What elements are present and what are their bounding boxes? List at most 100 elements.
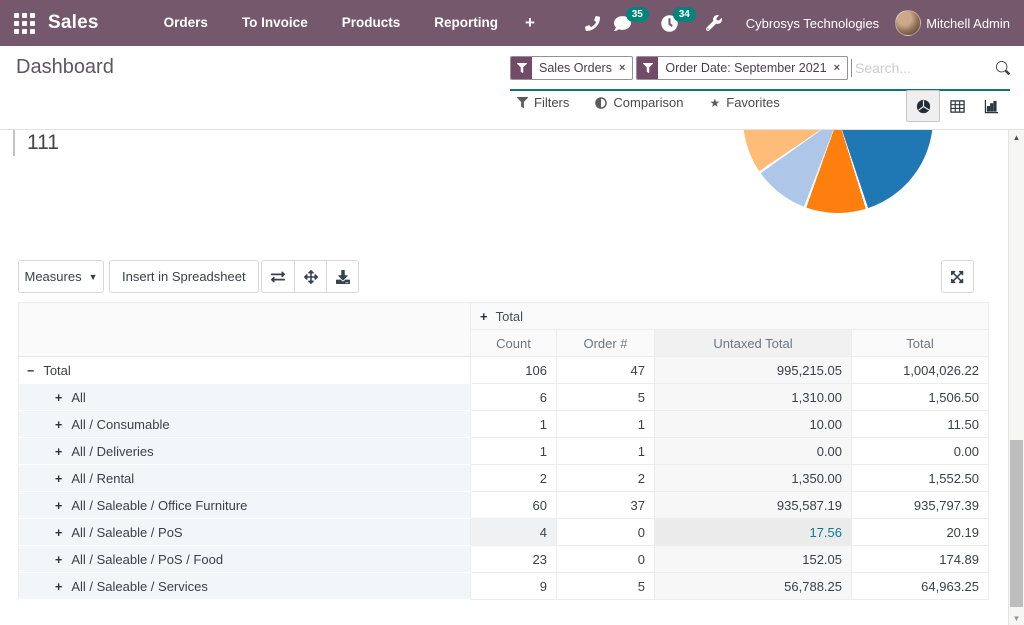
menu-orders[interactable]: Orders <box>147 0 225 46</box>
measures-button[interactable]: Measures ▼ <box>18 260 104 293</box>
cell-col-total: 11.50 <box>852 411 989 438</box>
row-label: All / Saleable / Office Furniture <box>71 498 247 513</box>
kpi-value: 111 <box>27 131 59 155</box>
cell-col-order: 47 <box>557 357 655 384</box>
pivot-toolbar: Measures ▼ Insert in Spreadsheet <box>18 260 990 293</box>
search-facet-0[interactable]: Sales Orders× <box>510 56 633 80</box>
facet-label: Sales Orders <box>532 57 619 79</box>
tools-icon[interactable] <box>706 15 722 31</box>
apps-menu-icon[interactable] <box>14 13 35 34</box>
cell-col-count: 4 <box>471 519 557 546</box>
pivot-row: +All / Consumable1110.0011.50 <box>19 411 989 438</box>
top-menu: OrdersTo InvoiceProductsReporting <box>147 0 515 46</box>
activities-count-badge[interactable]: 34 <box>673 7 696 22</box>
pivot-table: +Total CountOrder #Untaxed TotalTotal −T… <box>18 302 989 600</box>
plus-icon: + <box>55 445 62 459</box>
cell-col-count: 106 <box>471 357 557 384</box>
column-header-col-total[interactable]: Total <box>852 330 989 357</box>
cell-col-order: 5 <box>557 384 655 411</box>
download-button[interactable] <box>326 261 358 292</box>
chevron-down-icon: ▼ <box>89 272 98 282</box>
pie-chart-fragment[interactable] <box>743 130 933 213</box>
filter-bar: Filters Comparison ★ Favorites <box>517 95 806 110</box>
row-header[interactable]: +All <box>19 384 471 411</box>
cell-col-order: 0 <box>557 519 655 546</box>
pivot-view-button[interactable] <box>940 90 974 122</box>
topbar-right: 35 34 Cybrosys Technologies Mitchell Adm… <box>585 10 1024 36</box>
cell-col-order: 1 <box>557 438 655 465</box>
row-header[interactable]: + All / Deliveries <box>19 438 471 465</box>
view-switcher <box>906 90 1008 122</box>
row-header[interactable]: −Total <box>19 357 471 384</box>
control-panel: Dashboard Sales Orders×Order Date: Septe… <box>0 46 1024 130</box>
vertical-scrollbar[interactable]: ▲ ▼ <box>1008 130 1024 625</box>
cell-col-order: 2 <box>557 465 655 492</box>
cell-col-untaxed: 152.05 <box>655 546 852 573</box>
search-input[interactable] <box>855 60 996 76</box>
messages-icon[interactable]: 35 <box>614 15 631 32</box>
add-menu-button[interactable]: + <box>515 13 545 33</box>
cell-col-count: 9 <box>471 573 557 600</box>
arrows-move-icon <box>304 270 318 284</box>
menu-reporting[interactable]: Reporting <box>417 0 515 46</box>
search-facet-1[interactable]: Order Date: September 2021× <box>636 56 848 80</box>
search-bar: Sales Orders×Order Date: September 2021× <box>510 56 1010 80</box>
star-icon: ★ <box>709 96 720 110</box>
comparison-dropdown[interactable]: Comparison <box>595 95 683 110</box>
cell-col-total: 174.89 <box>852 546 989 573</box>
activities-icon[interactable]: 34 <box>661 15 678 32</box>
facet-remove-icon[interactable]: × <box>834 57 847 79</box>
insert-in-spreadsheet-button[interactable]: Insert in Spreadsheet <box>109 260 259 293</box>
scrollbar-thumb[interactable] <box>1010 440 1023 607</box>
breadcrumb-title: Dashboard <box>16 56 114 79</box>
cell-col-untaxed: 935,587.19 <box>655 492 852 519</box>
row-header[interactable]: +All / Saleable / PoS <box>19 519 471 546</box>
row-header[interactable]: +All / Saleable / PoS / Food <box>19 546 471 573</box>
filter-funnel-icon <box>511 57 532 79</box>
row-label: All / Deliveries <box>71 444 153 459</box>
user-avatar[interactable] <box>895 10 921 36</box>
scroll-down-arrow[interactable]: ▼ <box>1009 614 1024 623</box>
menu-to-invoice[interactable]: To Invoice <box>225 0 325 46</box>
company-name[interactable]: Cybrosys Technologies <box>746 16 879 31</box>
plus-icon: + <box>55 553 62 567</box>
menu-products[interactable]: Products <box>325 0 418 46</box>
comparison-label: Comparison <box>613 95 683 110</box>
plus-icon: + <box>55 526 62 540</box>
pivot-row: −Total10647995,215.051,004,026.22 <box>19 357 989 384</box>
row-header[interactable]: +All / Saleable / Office Furniture <box>19 492 471 519</box>
plus-icon: + <box>55 418 62 432</box>
top-navbar: Sales OrdersTo InvoiceProductsReporting … <box>0 0 1024 46</box>
column-header-col-untaxed[interactable]: Untaxed Total <box>655 330 852 357</box>
filters-dropdown[interactable]: Filters <box>517 95 569 110</box>
download-icon <box>336 270 350 284</box>
dashboard-view-button[interactable] <box>906 90 940 122</box>
bar-chart-view-icon <box>984 99 999 114</box>
row-header[interactable]: +All / Saleable / Services <box>19 573 471 600</box>
pivot-column-group-header[interactable]: +Total <box>471 303 989 330</box>
phone-icon[interactable] <box>585 16 600 31</box>
row-header[interactable]: +All / Consumable <box>19 411 471 438</box>
content-area: 111 Measures ▼ Insert in Spreadsheet <box>0 130 1008 625</box>
expand-all-button[interactable] <box>294 261 326 292</box>
facet-remove-icon[interactable]: × <box>619 57 632 79</box>
row-label: All / Rental <box>71 471 134 486</box>
fullscreen-button[interactable] <box>941 260 974 293</box>
app-name[interactable]: Sales <box>48 12 99 34</box>
pie-view-icon <box>916 99 931 114</box>
favorites-dropdown[interactable]: ★ Favorites <box>709 95 779 110</box>
messages-count-badge[interactable]: 35 <box>626 7 649 22</box>
flip-axis-button[interactable] <box>262 261 294 292</box>
user-name[interactable]: Mitchell Admin <box>926 16 1010 31</box>
scroll-up-arrow[interactable]: ▲ <box>1009 133 1024 142</box>
column-header-col-count[interactable]: Count <box>471 330 557 357</box>
plus-icon: + <box>55 472 62 486</box>
column-header-col-order[interactable]: Order # <box>557 330 655 357</box>
text-caret <box>851 59 852 77</box>
graph-view-button[interactable] <box>974 90 1008 122</box>
search-icon[interactable] <box>996 61 1010 75</box>
row-header[interactable]: + All / Rental <box>19 465 471 492</box>
cell-col-order: 37 <box>557 492 655 519</box>
insert-label: Insert in Spreadsheet <box>122 269 246 284</box>
cell-col-untaxed: 10.00 <box>655 411 852 438</box>
